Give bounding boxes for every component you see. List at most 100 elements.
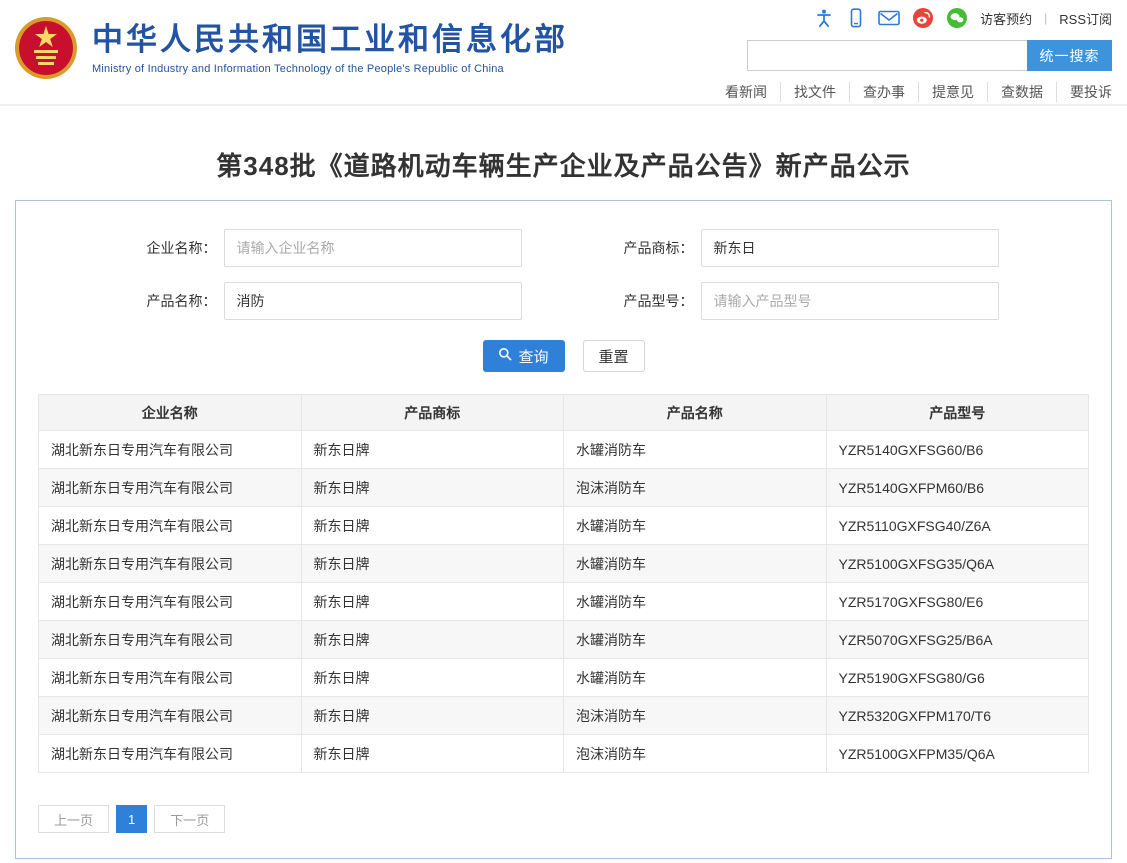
- product-model-input[interactable]: [701, 282, 999, 320]
- table-cell: YZR5140GXFSG60/B6: [826, 431, 1089, 469]
- next-page-button[interactable]: 下一页: [154, 805, 225, 833]
- table-cell: 新东日牌: [301, 545, 564, 583]
- table-row: 湖北新东日专用汽车有限公司新东日牌水罐消防车YZR5100GXFSG35/Q6A: [39, 545, 1089, 583]
- nav-item-data[interactable]: 查数据: [987, 82, 1056, 102]
- table-cell: 新东日牌: [301, 659, 564, 697]
- table-cell: 泡沫消防车: [564, 469, 827, 507]
- field-product-model: 产品型号：: [606, 282, 999, 320]
- table-cell: 水罐消防车: [564, 583, 827, 621]
- field-product-brand: 产品商标：: [606, 229, 999, 267]
- query-panel: 企业名称： 产品商标： 产品名称： 产品型号：: [15, 200, 1112, 859]
- unified-search: 统一搜索: [732, 40, 1112, 71]
- table-cell: YZR5100GXFPM35/Q6A: [826, 735, 1089, 773]
- table-cell: 新东日牌: [301, 469, 564, 507]
- accessibility-icon[interactable]: [814, 8, 834, 28]
- nav-item-news[interactable]: 看新闻: [712, 82, 780, 102]
- form-buttons: 查询 重置: [38, 340, 1089, 372]
- table-cell: 新东日牌: [301, 621, 564, 659]
- table-cell: 湖北新东日专用汽车有限公司: [39, 507, 302, 545]
- table-row: 湖北新东日专用汽车有限公司新东日牌水罐消防车YZR5190GXFSG80/G6: [39, 659, 1089, 697]
- column-header-company: 企业名称: [39, 395, 302, 431]
- unified-search-button[interactable]: 统一搜索: [1027, 40, 1112, 71]
- pagination: 上一页 1 下一页: [38, 805, 1089, 833]
- nav-item-complaint[interactable]: 要投诉: [1056, 82, 1112, 102]
- form-row-2: 产品名称： 产品型号：: [38, 282, 1089, 320]
- field-company-name: 企业名称：: [129, 229, 522, 267]
- table-row: 湖北新东日专用汽车有限公司新东日牌泡沫消防车YZR5100GXFPM35/Q6A: [39, 735, 1089, 773]
- nav-item-services[interactable]: 查办事: [849, 82, 918, 102]
- table-cell: YZR5070GXFSG25/B6A: [826, 621, 1089, 659]
- table-cell: YZR5140GXFPM60/B6: [826, 469, 1089, 507]
- nav-item-feedback[interactable]: 提意见: [918, 82, 987, 102]
- table-cell: 水罐消防车: [564, 507, 827, 545]
- product-name-input[interactable]: [224, 282, 522, 320]
- prev-page-button[interactable]: 上一页: [38, 805, 109, 833]
- company-name-input[interactable]: [224, 229, 522, 267]
- product-brand-label: 产品商标：: [606, 238, 694, 258]
- product-brand-input[interactable]: [701, 229, 999, 267]
- mobile-icon[interactable]: [846, 8, 866, 28]
- header-nav: 看新闻 找文件 查办事 提意见 查数据 要投诉: [732, 82, 1112, 102]
- table-cell: 湖北新东日专用汽车有限公司: [39, 659, 302, 697]
- column-header-model: 产品型号: [826, 395, 1089, 431]
- page-1-button[interactable]: 1: [116, 805, 147, 833]
- query-button[interactable]: 查询: [483, 340, 565, 372]
- table-row: 湖北新东日专用汽车有限公司新东日牌泡沫消防车YZR5140GXFPM60/B6: [39, 469, 1089, 507]
- table-cell: 湖北新东日专用汽车有限公司: [39, 735, 302, 773]
- table-cell: 泡沫消防车: [564, 697, 827, 735]
- table-cell: 水罐消防车: [564, 621, 827, 659]
- table-cell: 水罐消防车: [564, 431, 827, 469]
- reset-button[interactable]: 重置: [583, 340, 645, 372]
- column-header-product: 产品名称: [564, 395, 827, 431]
- table-row: 湖北新东日专用汽车有限公司新东日牌水罐消防车YZR5140GXFSG60/B6: [39, 431, 1089, 469]
- site-header: 中华人民共和国工业和信息化部 Ministry of Industry and …: [0, 0, 1127, 106]
- table-cell: 新东日牌: [301, 735, 564, 773]
- table-cell: YZR5320GXFPM170/T6: [826, 697, 1089, 735]
- product-name-label: 产品名称：: [129, 291, 217, 311]
- table-cell: YZR5170GXFSG80/E6: [826, 583, 1089, 621]
- company-name-label: 企业名称：: [129, 238, 217, 258]
- field-product-name: 产品名称：: [129, 282, 522, 320]
- site-subtitle: Ministry of Industry and Information Tec…: [92, 63, 568, 75]
- table-body: 湖北新东日专用汽车有限公司新东日牌水罐消防车YZR5140GXFSG60/B6湖…: [39, 431, 1089, 773]
- table-cell: 新东日牌: [301, 431, 564, 469]
- table-row: 湖北新东日专用汽车有限公司新东日牌水罐消防车YZR5110GXFSG40/Z6A: [39, 507, 1089, 545]
- table-cell: YZR5110GXFSG40/Z6A: [826, 507, 1089, 545]
- column-header-brand: 产品商标: [301, 395, 564, 431]
- link-separator: |: [1044, 11, 1047, 25]
- table-cell: YZR5190GXFSG80/G6: [826, 659, 1089, 697]
- table-cell: 湖北新东日专用汽车有限公司: [39, 431, 302, 469]
- wechat-icon[interactable]: [946, 7, 968, 29]
- weibo-icon[interactable]: [912, 7, 934, 29]
- table-cell: 新东日牌: [301, 507, 564, 545]
- site-titles: 中华人民共和国工业和信息化部 Ministry of Industry and …: [92, 21, 568, 74]
- table-cell: 湖北新东日专用汽车有限公司: [39, 697, 302, 735]
- table-cell: 新东日牌: [301, 583, 564, 621]
- visitor-appointment-link[interactable]: 访客预约: [980, 9, 1032, 28]
- table-cell: 湖北新东日专用汽车有限公司: [39, 621, 302, 659]
- results-table: 企业名称 产品商标 产品名称 产品型号 湖北新东日专用汽车有限公司新东日牌水罐消…: [38, 394, 1089, 773]
- table-row: 湖北新东日专用汽车有限公司新东日牌水罐消防车YZR5070GXFSG25/B6A: [39, 621, 1089, 659]
- table-row: 湖北新东日专用汽车有限公司新东日牌水罐消防车YZR5170GXFSG80/E6: [39, 583, 1089, 621]
- site-title: 中华人民共和国工业和信息化部: [92, 21, 568, 58]
- table-head: 企业名称 产品商标 产品名称 产品型号: [39, 395, 1089, 431]
- search-icon: [498, 347, 512, 365]
- page-title: 第348批《道路机动车辆生产企业及产品公告》新产品公示: [0, 146, 1127, 183]
- table-cell: YZR5100GXFSG35/Q6A: [826, 545, 1089, 583]
- table-cell: 湖北新东日专用汽车有限公司: [39, 545, 302, 583]
- unified-search-input[interactable]: [747, 40, 1027, 71]
- table-cell: 湖北新东日专用汽车有限公司: [39, 469, 302, 507]
- table-cell: 新东日牌: [301, 697, 564, 735]
- nav-item-documents[interactable]: 找文件: [780, 82, 849, 102]
- product-model-label: 产品型号：: [606, 291, 694, 311]
- table-cell: 水罐消防车: [564, 659, 827, 697]
- table-cell: 泡沫消防车: [564, 735, 827, 773]
- table-row: 湖北新东日专用汽车有限公司新东日牌泡沫消防车YZR5320GXFPM170/T6: [39, 697, 1089, 735]
- page: 中华人民共和国工业和信息化部 Ministry of Industry and …: [0, 0, 1127, 863]
- form-row-1: 企业名称： 产品商标：: [38, 229, 1089, 267]
- national-emblem-logo: [14, 16, 78, 80]
- query-button-label: 查询: [518, 346, 548, 367]
- mail-icon[interactable]: [878, 8, 900, 28]
- table-cell: 湖北新东日专用汽车有限公司: [39, 583, 302, 621]
- rss-subscribe-link[interactable]: RSS订阅: [1059, 9, 1112, 28]
